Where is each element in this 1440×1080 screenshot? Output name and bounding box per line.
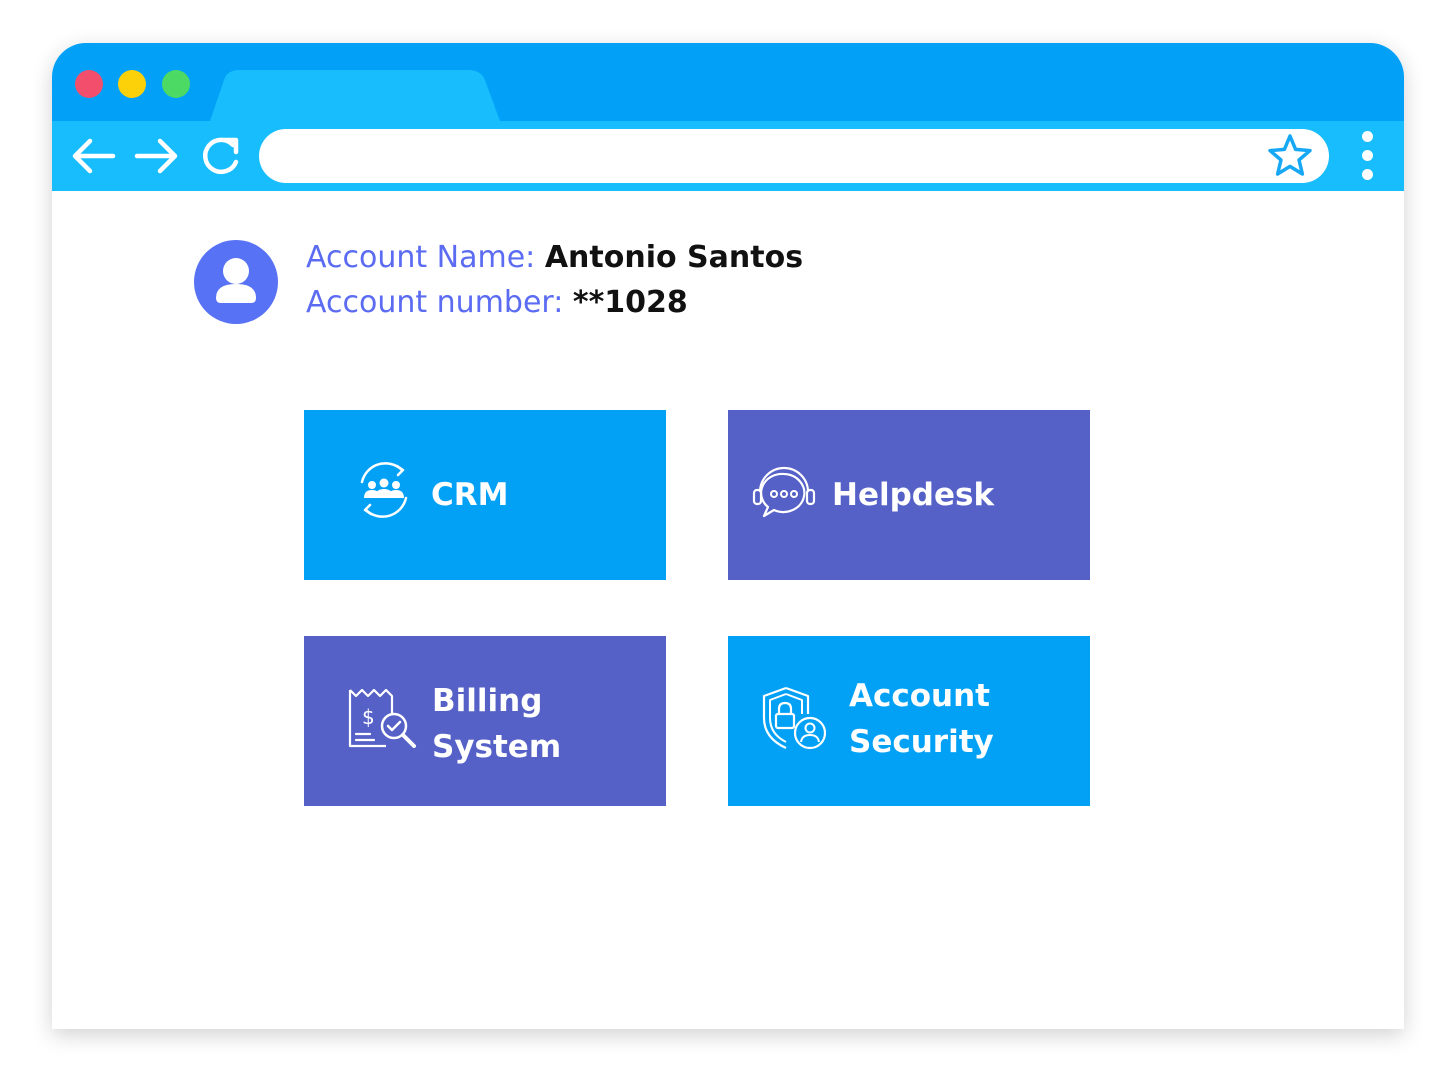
billing-label-line-1: Billing [432, 683, 543, 719]
helpdesk-tile[interactable]: Helpdesk [728, 410, 1090, 580]
crm-people-icon [360, 462, 408, 518]
browser-window: Account Name: Antonio Santos Account num… [52, 43, 1404, 1029]
account-name-label: Account Name: [306, 240, 536, 275]
account-number-label: Account number: [306, 285, 564, 320]
crm-tile[interactable]: CRM [304, 410, 666, 580]
kebab-menu-icon[interactable] [1348, 129, 1388, 183]
arrow-left-icon[interactable] [68, 131, 118, 181]
svg-text:$: $ [362, 705, 375, 729]
security-label-line-2: Security [849, 724, 994, 760]
title-bar [52, 43, 1404, 121]
account-number-value: **1028 [572, 285, 688, 320]
address-bar[interactable] [259, 129, 1329, 183]
minimize-window-button[interactable] [118, 70, 146, 98]
account-number-row: Account number: **1028 [306, 283, 688, 323]
helpdesk-label: Helpdesk [832, 477, 995, 513]
billing-label-line-2: System [432, 729, 562, 765]
invoice-search-icon: $ [348, 688, 416, 748]
arrow-right-icon[interactable] [132, 131, 182, 181]
browser-toolbar [52, 121, 1404, 191]
shield-lock-user-icon [762, 686, 827, 750]
account-name-row: Account Name: Antonio Santos [306, 238, 803, 278]
star-icon[interactable] [1265, 131, 1315, 181]
account-security-label: Account Security [849, 673, 994, 765]
billing-system-label: Billing System [432, 678, 561, 770]
account-security-tile[interactable]: Account Security [728, 636, 1090, 806]
reload-icon[interactable] [195, 131, 245, 181]
user-icon [194, 240, 278, 324]
billing-system-tile[interactable]: $ Billing System [304, 636, 666, 806]
headset-chat-icon [752, 466, 816, 518]
account-name-value: Antonio Santos [544, 240, 804, 275]
close-window-button[interactable] [75, 70, 103, 98]
maximize-window-button[interactable] [162, 70, 190, 98]
crm-label: CRM [431, 477, 509, 513]
security-label-line-1: Account [849, 678, 990, 714]
browser-tab[interactable] [210, 70, 500, 121]
